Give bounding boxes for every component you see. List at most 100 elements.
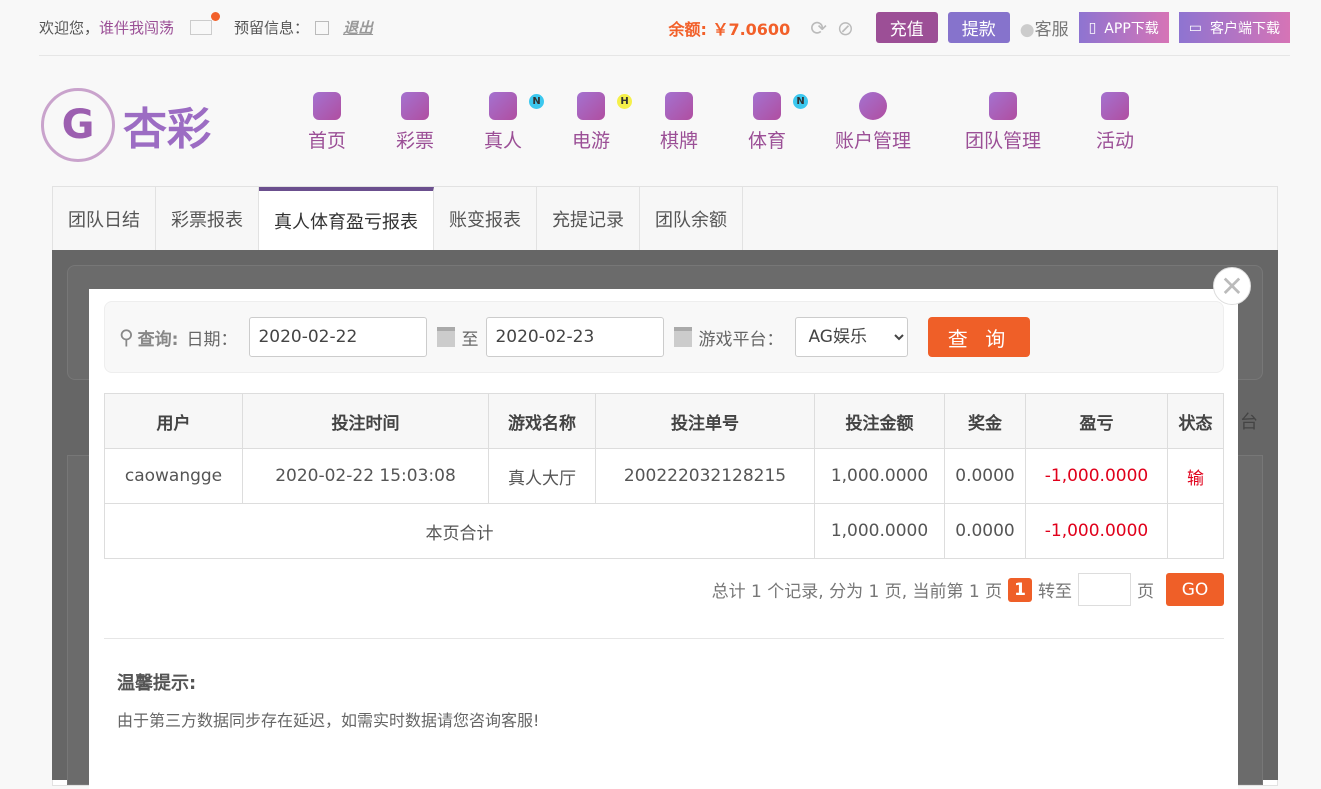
nav-cards[interactable]: 棋牌 <box>652 92 706 153</box>
nav-label: 首页 <box>307 130 346 152</box>
subtotal-status <box>1167 503 1224 559</box>
calendar-icon[interactable] <box>437 327 456 347</box>
app-download-label: APP下载 <box>1104 20 1159 37</box>
app-download-button[interactable]: ▯ APP下载 <box>1078 12 1169 43</box>
table-row: caowangge 2020-02-22 15:03:08 真人大厅 20022… <box>104 448 1224 504</box>
dealer-icon <box>489 92 517 120</box>
search-bar: ⚲ 查询: 日期： 至 游戏平台： AG娱乐 查 询 <box>104 301 1224 373</box>
gamepad-icon <box>577 92 605 120</box>
balance: 余额: ￥7.0600 <box>668 19 791 39</box>
edit-icon[interactable] <box>315 20 330 35</box>
go-button[interactable]: GO <box>1166 573 1224 606</box>
phone-icon: ▯ <box>1088 19 1097 36</box>
nav-promotions[interactable]: 活动 <box>1088 92 1142 153</box>
yen-coin-icon <box>859 92 887 120</box>
end-date-input[interactable] <box>486 317 665 357</box>
col-bonus: 奖金 <box>944 393 1026 449</box>
ticket-icon <box>401 92 429 120</box>
welcome-text: 欢迎您， <box>39 19 100 37</box>
close-icon: ✕ <box>1220 269 1244 303</box>
col-status: 状态 <box>1167 393 1224 449</box>
cell-profit: -1,000.0000 <box>1025 448 1168 504</box>
tab-live-sports-report[interactable]: 真人体育盈亏报表 <box>259 187 434 250</box>
page-input[interactable] <box>1078 573 1131 606</box>
platform-select[interactable]: AG娱乐 <box>795 317 909 357</box>
logo-seal-icon: G <box>41 88 115 162</box>
date-label: 日期： <box>186 329 238 350</box>
query-button[interactable]: 查 询 <box>928 317 1031 357</box>
pager-summary: 总计 1 个记录, 分为 1 页, 当前第 1 页 <box>711 582 1003 602</box>
monitor-icon: ▭ <box>1188 19 1202 36</box>
new-badge: N <box>793 94 808 109</box>
goto-label: 转至 <box>1038 582 1072 602</box>
platform-label: 游戏平台： <box>698 329 784 350</box>
calendar-icon[interactable] <box>674 327 693 347</box>
tab-deposit-withdraw[interactable]: 充提记录 <box>537 187 640 250</box>
subtotal-label: 本页合计 <box>104 503 815 559</box>
logo-text: 杏彩 <box>123 104 211 155</box>
recharge-button[interactable]: 充值 <box>875 12 938 43</box>
customer-service-button[interactable]: ●客服 <box>1020 15 1069 40</box>
client-download-button[interactable]: ▭ 客户端下载 <box>1178 12 1290 43</box>
subtotal-bonus: 0.0000 <box>944 503 1026 559</box>
start-date-input[interactable] <box>249 317 428 357</box>
tab-transaction-report[interactable]: 账变报表 <box>434 187 537 250</box>
nav-account[interactable]: 账户管理 <box>828 92 918 153</box>
cell-bonus: 0.0000 <box>944 448 1026 504</box>
tab-lottery-report[interactable]: 彩票报表 <box>156 187 259 250</box>
refresh-icon[interactable]: ⟳ <box>810 16 827 40</box>
withdraw-button[interactable]: 提款 <box>947 12 1010 43</box>
nav-label: 账户管理 <box>834 130 911 152</box>
cell-bet-amount: 1,000.0000 <box>814 448 945 504</box>
nav-slots[interactable]: H 电游 <box>564 92 632 153</box>
nav-team[interactable]: 团队管理 <box>958 92 1048 153</box>
team-icon <box>989 92 1017 120</box>
nav-label: 彩票 <box>395 130 434 152</box>
current-page[interactable]: 1 <box>1008 577 1032 602</box>
col-bet-amount: 投注金额 <box>814 393 945 449</box>
logo[interactable]: G 杏彩 <box>41 88 211 162</box>
col-bet-id: 投注单号 <box>595 393 815 449</box>
cell-bet-id: 200222032128215 <box>595 448 815 504</box>
tip-text: 由于第三方数据同步存在延迟，如需实时数据请您咨询客服! <box>117 711 540 730</box>
report-table: 用户 投注时间 游戏名称 投注单号 投注金额 奖金 盈亏 状态 caowangg… <box>104 393 1224 559</box>
hot-badge: H <box>617 94 632 109</box>
client-download-label: 客户端下载 <box>1210 20 1280 37</box>
tip-title: 温馨提示: <box>117 673 197 694</box>
hide-balance-icon[interactable]: ⊘ <box>837 16 854 40</box>
nav-label: 团队管理 <box>964 130 1041 152</box>
col-user: 用户 <box>104 393 243 449</box>
subtotal-amount: 1,000.0000 <box>814 503 945 559</box>
reserve-info-label: 预留信息： <box>234 19 310 37</box>
page-label: 页 <box>1137 582 1154 602</box>
gift-icon <box>1101 92 1129 120</box>
col-bet-time: 投注时间 <box>242 393 489 449</box>
report-modal: ⚲ 查询: 日期： 至 游戏平台： AG娱乐 查 询 用户 投注时间 游戏名称 … <box>89 289 1238 789</box>
cards-icon <box>665 92 693 120</box>
top-bar: 欢迎您， 谁伴我闯荡 预留信息： 退出 余额: ￥7.0600 ⟳ ⊘ 充值 提… <box>39 0 1290 56</box>
col-game-name: 游戏名称 <box>488 393 596 449</box>
new-badge: N <box>529 94 544 109</box>
divider <box>104 638 1224 639</box>
mail-icon[interactable] <box>190 12 221 35</box>
tab-team-daily[interactable]: 团队日结 <box>53 187 156 250</box>
nav-sports[interactable]: N 体育 <box>740 92 808 153</box>
cell-user: caowangge <box>104 448 243 504</box>
nav-live[interactable]: N 真人 <box>476 92 544 153</box>
nav-home[interactable]: 首页 <box>300 92 354 153</box>
nav-label: 活动 <box>1095 130 1134 152</box>
nav-label: 真人 <box>483 130 522 152</box>
home-icon <box>313 92 341 120</box>
nav-lottery[interactable]: 彩票 <box>388 92 442 153</box>
report-tabs: 团队日结 彩票报表 真人体育盈亏报表 账变报表 充提记录 团队余额 <box>53 187 1277 251</box>
main-nav: 首页 彩票 N 真人 H 电游 棋牌 N 体育 账户管理 团队管理 活动 <box>300 92 1142 153</box>
service-icon: ● <box>1019 20 1035 40</box>
username-link[interactable]: 谁伴我闯荡 <box>99 17 174 38</box>
close-modal-button[interactable]: ✕ <box>1213 267 1251 305</box>
logout-link[interactable]: 退出 <box>343 17 373 38</box>
search-icon: ⚲ <box>119 325 134 349</box>
tab-team-balance[interactable]: 团队余额 <box>640 187 743 250</box>
to-label: 至 <box>461 329 479 350</box>
query-label: 查询: <box>137 329 179 350</box>
cell-status: 输 <box>1167 448 1224 504</box>
